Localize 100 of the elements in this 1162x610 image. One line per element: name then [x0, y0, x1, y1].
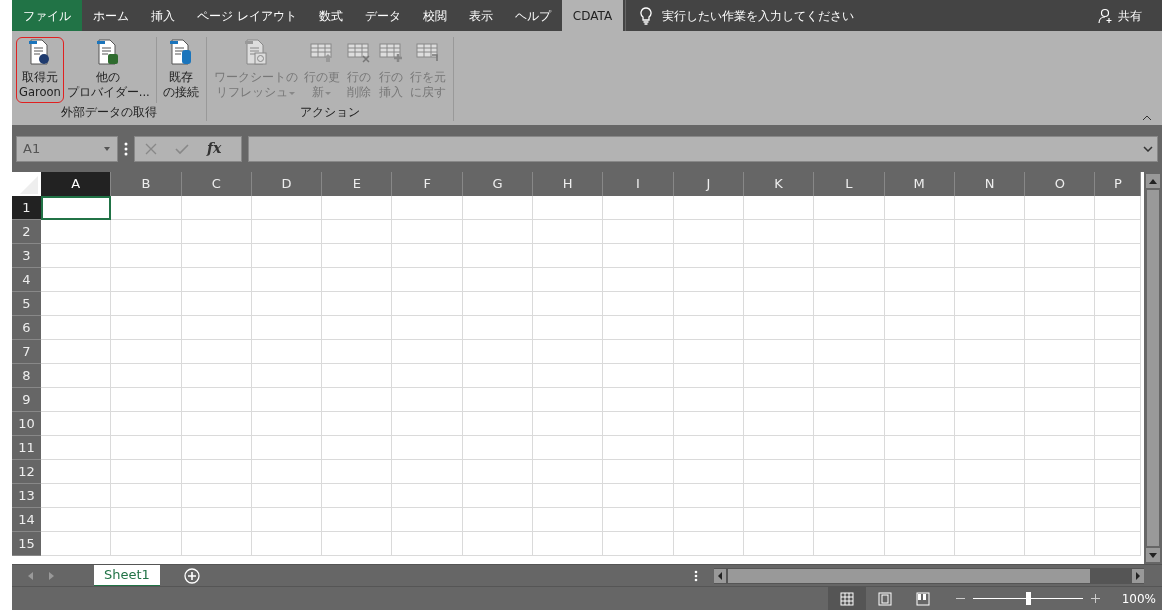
spreadsheet-cell[interactable] — [814, 484, 885, 508]
column-header[interactable]: I — [603, 172, 674, 196]
ribbon-tab[interactable]: ホーム — [82, 0, 140, 31]
spreadsheet-cell[interactable] — [533, 316, 604, 340]
spreadsheet-cell[interactable] — [181, 220, 252, 244]
spreadsheet-cell[interactable] — [111, 412, 182, 436]
sheet-tab[interactable]: Sheet1 — [94, 564, 160, 587]
spreadsheet-cell[interactable] — [1095, 316, 1142, 340]
column-header[interactable]: G — [462, 172, 534, 196]
spreadsheet-cell[interactable] — [462, 340, 534, 364]
spreadsheet-cell[interactable] — [1095, 436, 1142, 460]
spreadsheet-cell[interactable] — [181, 316, 252, 340]
spreadsheet-cell[interactable] — [673, 532, 744, 556]
spreadsheet-cell[interactable] — [673, 220, 744, 244]
spreadsheet-cell[interactable] — [392, 268, 463, 292]
spreadsheet-cell[interactable] — [814, 316, 885, 340]
spreadsheet-cell[interactable] — [322, 532, 393, 556]
spreadsheet-cell[interactable] — [743, 484, 815, 508]
spreadsheet-cell[interactable] — [111, 220, 182, 244]
spreadsheet-cell[interactable] — [884, 436, 955, 460]
arrow-down-icon[interactable] — [1149, 552, 1157, 558]
spreadsheet-cell[interactable] — [1095, 340, 1142, 364]
spreadsheet-cell[interactable] — [603, 484, 674, 508]
row-header[interactable]: 5 — [12, 292, 41, 316]
column-header[interactable]: L — [814, 172, 885, 196]
spreadsheet-cell[interactable] — [251, 460, 323, 484]
spreadsheet-cell[interactable] — [41, 364, 112, 388]
spreadsheet-cell[interactable] — [603, 220, 674, 244]
arrow-left-icon[interactable] — [714, 568, 726, 583]
spreadsheet-cell[interactable] — [1095, 388, 1142, 412]
spreadsheet-cell[interactable] — [743, 196, 815, 220]
ribbon-tab[interactable]: 数式 — [307, 0, 354, 31]
ribbon-tab[interactable]: データ — [353, 0, 412, 31]
spreadsheet-cell[interactable] — [673, 508, 744, 532]
spreadsheet-cell[interactable] — [673, 436, 744, 460]
spreadsheet-cell[interactable] — [111, 364, 182, 388]
spreadsheet-cell[interactable] — [251, 532, 323, 556]
row-header[interactable]: 9 — [12, 388, 41, 412]
spreadsheet-cell[interactable] — [462, 388, 534, 412]
spreadsheet-cell[interactable] — [743, 532, 815, 556]
spreadsheet-cell[interactable] — [603, 316, 674, 340]
spreadsheet-cell[interactable] — [1025, 388, 1096, 412]
spreadsheet-cell[interactable] — [1095, 460, 1142, 484]
spreadsheet-cell[interactable] — [1095, 292, 1142, 316]
spreadsheet-cell[interactable] — [462, 508, 534, 532]
row-header[interactable]: 11 — [12, 436, 41, 460]
active-cell[interactable] — [41, 196, 112, 220]
ribbon-button[interactable]: 他の プロバイダー... — [63, 37, 153, 103]
spreadsheet-cell[interactable] — [181, 436, 252, 460]
spreadsheet-cell[interactable] — [673, 412, 744, 436]
spreadsheet-cell[interactable] — [181, 484, 252, 508]
spreadsheet-cell[interactable] — [111, 388, 182, 412]
check-icon[interactable] — [175, 142, 189, 155]
spreadsheet-cell[interactable] — [884, 412, 955, 436]
spreadsheet-cell[interactable] — [41, 460, 112, 484]
next-sheet-icon[interactable] — [49, 571, 54, 580]
spreadsheet-cell[interactable] — [322, 364, 393, 388]
spreadsheet-cell[interactable] — [392, 412, 463, 436]
spreadsheet-cell[interactable] — [884, 316, 955, 340]
spreadsheet-cell[interactable] — [533, 220, 604, 244]
spreadsheet-cell[interactable] — [603, 340, 674, 364]
spreadsheet-cell[interactable] — [884, 532, 955, 556]
spreadsheet-cell[interactable] — [673, 484, 744, 508]
spreadsheet-cell[interactable] — [533, 292, 604, 316]
column-header[interactable]: J — [673, 172, 744, 196]
share-label[interactable]: 共有 — [1118, 6, 1142, 25]
column-header[interactable]: F — [392, 172, 463, 196]
spreadsheet-cell[interactable] — [462, 460, 534, 484]
zoom-in-icon[interactable] — [1090, 594, 1100, 603]
spreadsheet-cell[interactable] — [181, 244, 252, 268]
spreadsheet-cell[interactable] — [603, 196, 674, 220]
row-header[interactable]: 14 — [12, 508, 41, 532]
spreadsheet-cell[interactable] — [954, 244, 1026, 268]
spreadsheet-cell[interactable] — [392, 364, 463, 388]
spreadsheet-cell[interactable] — [884, 220, 955, 244]
spreadsheet-cell[interactable] — [181, 388, 252, 412]
spreadsheet-cell[interactable] — [1025, 268, 1096, 292]
spreadsheet-cell[interactable] — [603, 364, 674, 388]
spreadsheet-cell[interactable] — [1095, 268, 1142, 292]
insert-function-button[interactable]: fx — [207, 138, 222, 159]
spreadsheet-cell[interactable] — [462, 484, 534, 508]
spreadsheet-cell[interactable] — [322, 316, 393, 340]
spreadsheet-cell[interactable] — [743, 268, 815, 292]
spreadsheet-cell[interactable] — [884, 340, 955, 364]
spreadsheet-cell[interactable] — [533, 436, 604, 460]
spreadsheet-cell[interactable] — [392, 484, 463, 508]
spreadsheet-cell[interactable] — [814, 460, 885, 484]
spreadsheet-cell[interactable] — [743, 436, 815, 460]
spreadsheet-cell[interactable] — [462, 196, 534, 220]
spreadsheet-cell[interactable] — [181, 460, 252, 484]
spreadsheet-cell[interactable] — [462, 364, 534, 388]
spreadsheet-cell[interactable] — [1025, 244, 1096, 268]
column-header[interactable]: E — [322, 172, 393, 196]
spreadsheet-cell[interactable] — [954, 460, 1026, 484]
spreadsheet-cell[interactable] — [111, 436, 182, 460]
spreadsheet-cell[interactable] — [533, 508, 604, 532]
spreadsheet-cell[interactable] — [41, 412, 112, 436]
spreadsheet-cell[interactable] — [884, 484, 955, 508]
spreadsheet-cell[interactable] — [884, 364, 955, 388]
ribbon-tab[interactable]: 校閲 — [411, 0, 458, 31]
